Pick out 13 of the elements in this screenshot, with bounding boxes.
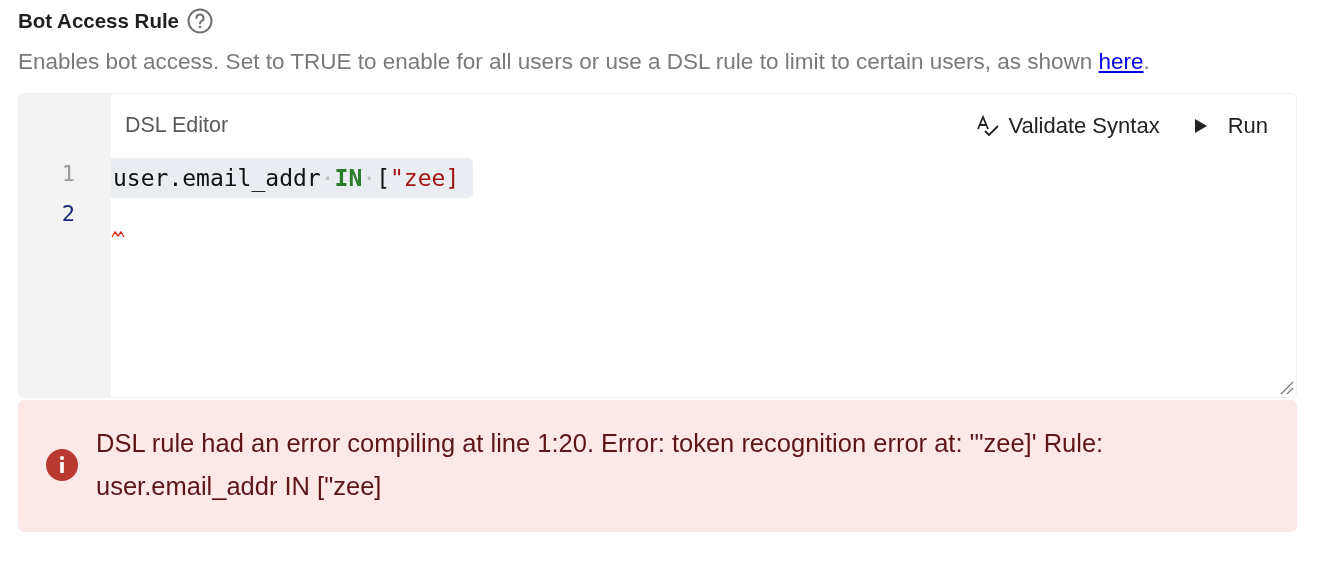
validate-button[interactable]: Validate Syntax <box>976 109 1160 142</box>
help-link[interactable]: here <box>1098 48 1144 74</box>
field-description: Enables bot access. Set to TRUE to enable for all users or use a DSL rule to limit to certain users, as shown here. <box>18 47 1151 76</box>
info-icon <box>46 448 78 481</box>
error-message: DSL rule had an error compiling at line 1:20. Error: token recognition error at: '"zee]' Rule: user.email_addr IN ["zee] <box>96 427 1105 502</box>
spellcheck-icon <box>976 113 1001 138</box>
field-label: Bot Access Rule <box>18 8 180 34</box>
play-icon <box>1193 117 1208 134</box>
run-button[interactable]: Run <box>1193 109 1268 142</box>
line-number: 2 <box>60 199 76 228</box>
line-number: 1 <box>60 159 76 188</box>
help-icon[interactable] <box>187 8 214 35</box>
editor-title: DSL Editor <box>125 112 229 140</box>
